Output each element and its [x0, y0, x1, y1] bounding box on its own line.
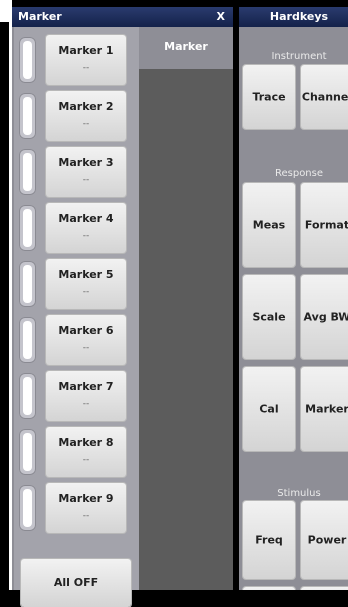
format-button[interactable]: Format — [301, 183, 348, 267]
group-label-instrument: Instrument — [271, 51, 327, 62]
hardkeys-panel: Hardkeys Instrument Trace Channel Respon… — [239, 7, 348, 590]
marker-panel-title: Marker — [18, 10, 62, 23]
scale-label: Scale — [252, 310, 286, 324]
toggle-knob-icon — [23, 41, 32, 79]
marker-value: -- — [82, 287, 90, 297]
marker-9-button[interactable]: Marker 9 -- — [46, 483, 126, 533]
marker-label: Marker 3 — [58, 156, 114, 169]
power-label: Power — [307, 533, 347, 547]
marker-row-1: Marker 1 -- — [18, 33, 130, 85]
group-label-stimulus: Stimulus — [277, 488, 321, 499]
marker-6-toggle[interactable] — [19, 317, 36, 363]
marker-panel: Marker X Marker 1 -- Marker 2 -- Marker … — [12, 7, 233, 607]
marker-label: Marker 4 — [58, 212, 114, 225]
marker-8-toggle[interactable] — [19, 429, 36, 475]
marker-row-8: Marker 8 -- — [18, 425, 130, 477]
marker-label: Marker 5 — [58, 268, 114, 281]
freq-label: Freq — [255, 533, 283, 547]
marker-8-button[interactable]: Marker 8 -- — [46, 427, 126, 477]
marker-row-3: Marker 3 -- — [18, 145, 130, 197]
marker-value: -- — [82, 119, 90, 129]
trace-label: Trace — [252, 90, 286, 104]
marker-row-2: Marker 2 -- — [18, 89, 130, 141]
marker-2-toggle[interactable] — [19, 93, 36, 139]
marker-value: -- — [82, 63, 90, 73]
avg-bw-label: Avg BW — [303, 310, 348, 324]
toggle-knob-icon — [23, 377, 32, 415]
toggle-knob-icon — [23, 97, 32, 135]
marker-value: -- — [82, 455, 90, 465]
marker-1-button[interactable]: Marker 1 -- — [46, 35, 126, 85]
freq-button[interactable]: Freq — [243, 501, 295, 579]
marker-4-toggle[interactable] — [19, 205, 36, 251]
format-label: Format — [304, 218, 348, 232]
marker-1-toggle[interactable] — [19, 37, 36, 83]
marker-label: Marker 7 — [58, 380, 114, 393]
trace-button[interactable]: Trace — [243, 65, 295, 129]
close-icon[interactable]: X — [217, 7, 225, 27]
toggle-knob-icon — [23, 321, 32, 359]
meas-label: Meas — [252, 218, 286, 232]
cal-button[interactable]: Cal — [243, 367, 295, 451]
marker-row-7: Marker 7 -- — [18, 369, 130, 421]
marker-3-button[interactable]: Marker 3 -- — [46, 147, 126, 197]
marker-row-9: Marker 9 -- — [18, 481, 130, 533]
power-button[interactable]: Power — [301, 501, 348, 579]
toggle-knob-icon — [23, 153, 32, 191]
marker-hardkey-label: Marker — [305, 402, 348, 416]
marker-value: -- — [82, 231, 90, 241]
toggle-knob-icon — [23, 433, 32, 471]
channel-button[interactable]: Channel — [301, 65, 348, 129]
marker-row-4: Marker 4 -- — [18, 201, 130, 253]
marker-list: Marker 1 -- Marker 2 -- Marker 3 -- Mark… — [14, 27, 139, 607]
cal-label: Cal — [259, 402, 279, 416]
marker-9-toggle[interactable] — [19, 485, 36, 531]
marker-detail-header: Marker — [139, 27, 233, 69]
marker-3-toggle[interactable] — [19, 149, 36, 195]
meas-button[interactable]: Meas — [243, 183, 295, 267]
marker-hardkey-button[interactable]: Marker — [301, 367, 348, 451]
marker-2-button[interactable]: Marker 2 -- — [46, 91, 126, 141]
toggle-knob-icon — [23, 209, 32, 247]
left-edge-shadow — [0, 22, 9, 590]
marker-value: -- — [82, 343, 90, 353]
marker-value: -- — [82, 511, 90, 521]
marker-label: Marker 2 — [58, 100, 114, 113]
marker-7-button[interactable]: Marker 7 -- — [46, 371, 126, 421]
channel-label: Channel — [301, 90, 348, 104]
marker-6-button[interactable]: Marker 6 -- — [46, 315, 126, 365]
marker-label: Marker 1 — [58, 44, 114, 57]
marker-4-button[interactable]: Marker 4 -- — [46, 203, 126, 253]
avg-bw-button[interactable]: Avg BW — [301, 275, 348, 359]
marker-value: -- — [82, 399, 90, 409]
scale-button[interactable]: Scale — [243, 275, 295, 359]
toggle-knob-icon — [23, 265, 32, 303]
marker-5-toggle[interactable] — [19, 261, 36, 307]
marker-row-6: Marker 6 -- — [18, 313, 130, 365]
all-off-button[interactable]: All OFF — [21, 559, 131, 607]
group-label-response: Response — [274, 168, 324, 179]
marker-7-toggle[interactable] — [19, 373, 36, 419]
marker-panel-titlebar: Marker X — [12, 7, 233, 27]
marker-label: Marker 9 — [58, 492, 114, 505]
marker-detail-pane: Marker — [139, 27, 233, 590]
toggle-knob-icon — [23, 489, 32, 527]
left-edge-strip — [0, 0, 12, 590]
marker-value: -- — [82, 175, 90, 185]
marker-row-5: Marker 5 -- — [18, 257, 130, 309]
hardkeys-title: Hardkeys — [239, 7, 348, 27]
marker-5-button[interactable]: Marker 5 -- — [46, 259, 126, 309]
marker-label: Marker 8 — [58, 436, 114, 449]
marker-label: Marker 6 — [58, 324, 114, 337]
